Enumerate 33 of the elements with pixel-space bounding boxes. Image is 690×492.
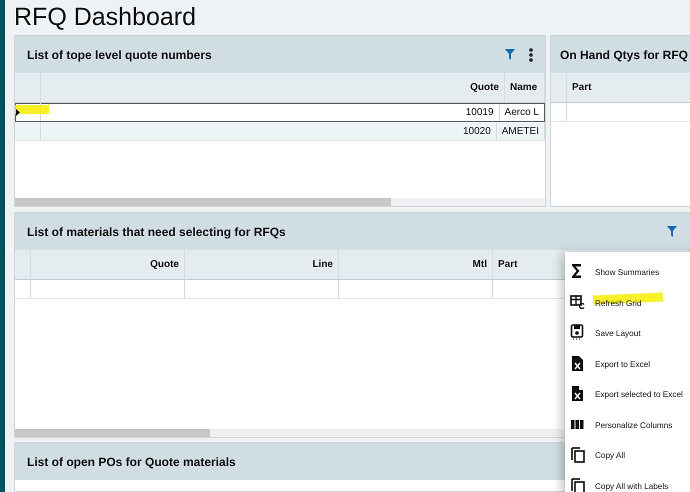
more-options-icon[interactable] xyxy=(529,48,533,62)
column-header[interactable]: Mtl xyxy=(339,250,493,279)
grid-icon xyxy=(569,292,586,311)
column-header[interactable]: Line xyxy=(185,250,339,279)
table-cell: 10020 xyxy=(41,122,497,140)
table-row[interactable]: 10020 AMETEI xyxy=(15,122,545,141)
menu-item[interactable]: Copy All with Labels xyxy=(565,470,690,492)
spreadsheet-icon xyxy=(569,384,586,402)
table-cell: Aerco L xyxy=(500,103,545,121)
scrollbar[interactable] xyxy=(15,198,545,206)
panel-title: List of materials that need selecting for RFQs xyxy=(27,224,286,238)
copy-icon xyxy=(569,445,586,464)
copy-icon xyxy=(569,476,586,492)
panel-title: On Hand Qtys for RFQ xyxy=(560,48,688,62)
filter-icon[interactable] xyxy=(667,226,677,237)
menu-item[interactable]: Export to Excel xyxy=(565,348,690,378)
column-header[interactable]: Name xyxy=(505,73,545,102)
page-title: RFQ Dashboard xyxy=(14,2,198,33)
spreadsheet-icon xyxy=(569,354,586,372)
table-cell: AMETEI xyxy=(496,122,545,140)
menu-item[interactable]: Personalize Columns xyxy=(565,408,690,439)
column-header[interactable]: Quote xyxy=(41,73,505,102)
panel-title: List of open POs for Quote materials xyxy=(27,454,236,468)
save-icon xyxy=(569,323,586,342)
row-pointer-icon xyxy=(16,108,20,116)
filter-icon[interactable] xyxy=(505,49,515,60)
menu-item[interactable]: Export selected to Excel xyxy=(565,378,690,408)
menu-item[interactable]: Show Summaries xyxy=(565,256,690,286)
menu-item[interactable]: Save Layout xyxy=(565,317,690,348)
panel-title: List of tope level quote numbers xyxy=(27,48,212,62)
table-row[interactable]: 10019 Aerco L xyxy=(15,103,545,122)
column-header[interactable]: Quote xyxy=(31,250,185,279)
menu-item[interactable]: Copy All xyxy=(565,439,690,470)
